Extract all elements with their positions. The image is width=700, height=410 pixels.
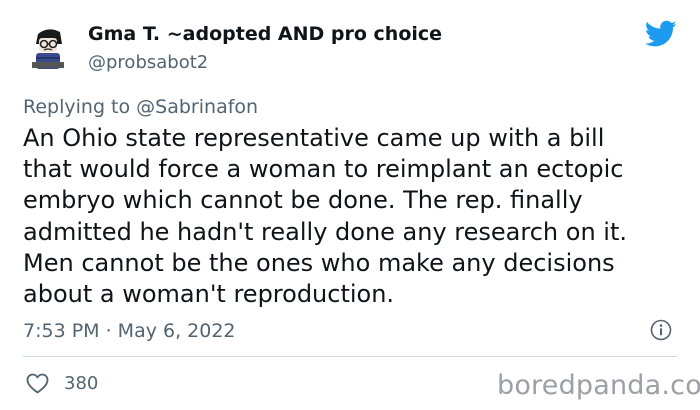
info-icon[interactable]	[650, 319, 672, 341]
boredpanda-watermark: boredpanda.com	[497, 370, 700, 401]
tweet-line: about a woman't reproduction.	[23, 280, 395, 309]
cartoon-avatar-icon	[22, 22, 74, 74]
tweet-line: An Ohio state representative came up wit…	[23, 124, 605, 152]
twitter-bird-icon[interactable]	[644, 20, 677, 48]
author-name[interactable]: Gma T. ~adopted AND pro choice	[88, 23, 442, 45]
tweet-line: Men cannot be the ones who make any deci…	[23, 248, 615, 277]
tweet-text: An Ohio state representative came up wit…	[23, 123, 683, 310]
divider	[23, 356, 677, 357]
replying-to: Replying to @Sabrinafon	[23, 96, 258, 118]
tweet-line: embryo which cannot be done. The rep. fi…	[23, 186, 583, 215]
reply-mention-link[interactable]: @Sabrinafon	[136, 96, 258, 118]
tweet-timestamp[interactable]: 7:53 PM · May 6, 2022	[23, 320, 236, 342]
heart-icon[interactable]	[25, 372, 50, 394]
tweet-line: that would force a woman to reimplant an…	[23, 155, 624, 184]
author-avatar[interactable]	[22, 22, 74, 74]
like-count: 380	[64, 373, 99, 394]
author-handle[interactable]: @probsabot2	[88, 52, 208, 73]
tweet-line: admitted he hadn't really done any resea…	[23, 217, 627, 246]
replying-to-prefix: Replying to	[23, 96, 131, 118]
